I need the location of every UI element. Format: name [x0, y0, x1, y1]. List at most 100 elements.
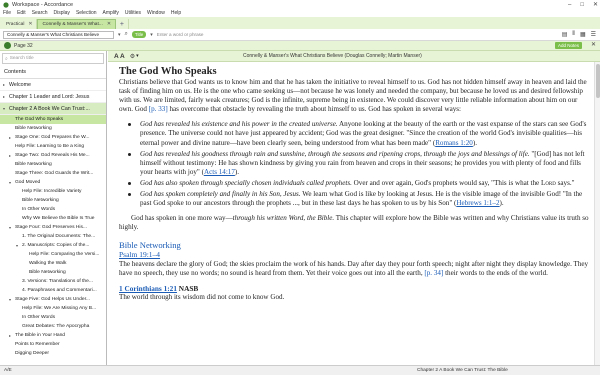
title-bar: Workspace - Accordance – □ ✕: [0, 0, 600, 9]
toc-label: Help File: Learning to Be a King: [15, 144, 85, 149]
toc-subitem[interactable]: Help File: Comparing the Versi...: [0, 250, 106, 259]
toc-label: 1. The Original Documents: The...: [22, 234, 96, 239]
version-label: NASB: [176, 283, 199, 293]
emphasis: through his written Word, the Bible.: [232, 214, 335, 223]
search-input[interactable]: Enter a word or phrase: [157, 31, 297, 39]
search-icon: ⌕: [5, 56, 8, 62]
toc-subitem[interactable]: Bible Networking: [0, 196, 106, 205]
chevron-down-icon[interactable]: ▾: [136, 53, 139, 59]
list-item: God has spoken completely and finally in…: [128, 190, 589, 208]
add-notes-button[interactable]: Add Notes: [554, 42, 582, 49]
scripture-link[interactable]: 1 Corinthians 1:21: [119, 284, 177, 293]
toc-subitem[interactable]: Help File: Learning to Be a King: [0, 142, 106, 151]
toc-subitem[interactable]: ▾ Stage Four: God Preserves His...: [0, 223, 106, 232]
text: God has spoken in one more way—: [131, 214, 233, 223]
toc-subitem[interactable]: Help File: Incredible Variety: [0, 187, 106, 196]
menu-utilities[interactable]: Utilities: [125, 10, 141, 16]
tab-practical[interactable]: Practical ✕: [2, 19, 38, 29]
scrollbar-thumb[interactable]: [596, 64, 600, 98]
toc-label: In Other Words: [22, 207, 56, 212]
toc-subitem[interactable]: 3. Versions: Translations of the...: [0, 277, 106, 286]
menu-edit[interactable]: Edit: [17, 10, 26, 16]
toc-subitem[interactable]: Great Debates: The Apocrypha: [0, 322, 106, 331]
scrollbar[interactable]: [594, 62, 600, 365]
scripture-link[interactable]: Psalm 19:1–4: [119, 250, 589, 259]
toc-subitem[interactable]: ▸ The Bible in Your Hand: [0, 331, 106, 340]
chevron-down-icon[interactable]: ▾: [118, 32, 121, 38]
minimize-button[interactable]: –: [568, 2, 571, 8]
toc-subitem[interactable]: ▾ 2. Manuscripts: Copies of the...: [0, 241, 106, 250]
close-pane-icon[interactable]: ✕: [591, 41, 596, 48]
new-tab-button[interactable]: +: [116, 19, 129, 29]
toc-subitem[interactable]: Help File: We Are Missing Any B...: [0, 304, 106, 313]
resource-selector[interactable]: Connelly & Manser's What Christians Beli…: [3, 30, 114, 39]
gear-icon[interactable]: ⚙: [130, 53, 135, 60]
menu-window[interactable]: Window: [147, 10, 165, 16]
toc-subitem[interactable]: ▸ Stage One: God Prepares the W...: [0, 133, 106, 142]
search-icon[interactable]: ⌕: [125, 31, 128, 38]
parallel-icon[interactable]: ⫴: [572, 31, 575, 38]
window-title: Workspace - Accordance: [12, 1, 74, 8]
maximize-button[interactable]: □: [580, 2, 584, 8]
toc-item-selected[interactable]: ▾ Chapter 2 A Book We Can Trust:...: [0, 103, 106, 115]
emphasis: God has spoken completely and finally in…: [140, 190, 301, 199]
toc-subitem[interactable]: ▸ Stage Two: God Reveals His Me...: [0, 151, 106, 160]
toc-label: 3. Versions: Translations of the...: [22, 279, 93, 284]
search-type-button[interactable]: Title: [131, 31, 147, 38]
font-size-control[interactable]: A A: [114, 53, 125, 60]
reader-content: The God Who Speaks Christians believe th…: [119, 66, 589, 302]
toc-item[interactable]: ▸ Welcome: [0, 79, 106, 91]
close-tab-icon[interactable]: ✕: [107, 22, 111, 27]
toc-item[interactable]: ▸ Chapter 1 Leader and Lord: Jesus: [0, 91, 106, 103]
scripture-quote: The heavens declare the glory of God; th…: [119, 260, 589, 278]
menu-amplify[interactable]: Amplify: [103, 10, 119, 16]
menu-search[interactable]: Search: [32, 10, 48, 16]
menu-display[interactable]: Display: [54, 10, 70, 16]
list-item: God has revealed his existence and his p…: [128, 120, 589, 147]
toc-subitem[interactable]: In Other Words: [0, 205, 106, 214]
toc-label: Why We Believe the Bible Is True: [22, 216, 95, 221]
close-tab-icon[interactable]: ✕: [28, 22, 32, 27]
scripture-link[interactable]: Hebrews 1:1–2: [456, 199, 499, 207]
library-icon[interactable]: ▤: [562, 31, 568, 38]
page-link[interactable]: [p. 34]: [424, 269, 443, 277]
toc-subitem[interactable]: Why We Believe the Bible Is True: [0, 214, 106, 223]
page-link[interactable]: [p. 33]: [149, 105, 168, 113]
tab-connelly[interactable]: Connelly & Manser's What... ✕: [37, 19, 116, 29]
scripture-link[interactable]: Acts 14:17: [204, 168, 235, 176]
menu-selection[interactable]: Selection: [76, 10, 97, 16]
toc-subitem[interactable]: The God Who Speaks: [0, 115, 106, 124]
toc-subitem[interactable]: Stage Three: God Guards the Writ...: [0, 169, 106, 178]
toc-label: Stage Four: God Preserves His...: [15, 225, 88, 230]
status-left[interactable]: A/E: [4, 368, 12, 373]
toc-subitem[interactable]: Bible Networking: [0, 124, 106, 133]
toc-label: Chapter 2 A Book We Can Trust:...: [9, 105, 90, 112]
scripture-link[interactable]: Romans 1:20: [435, 139, 473, 147]
toc-label: Bible Networking: [22, 198, 59, 203]
menu-file[interactable]: File: [3, 10, 11, 16]
menu-icon[interactable]: ☰: [591, 31, 596, 38]
pane-sync-icon[interactable]: [4, 42, 11, 49]
close-button[interactable]: ✕: [593, 1, 598, 8]
reader-pane: A A ⚙ ▾ Connelly & Manser's What Christi…: [108, 51, 600, 365]
toc-subitems: The God Who Speaks Bible Networking ▸ Stage…: [0, 115, 106, 358]
plus-icon: +: [119, 20, 124, 28]
toc-label: The God Who Speaks: [15, 117, 64, 122]
toc-subitem[interactable]: 4. Paraphrases and Commentari...: [0, 286, 106, 295]
chevron-down-icon[interactable]: ▾: [150, 32, 153, 38]
toc-subitem[interactable]: ▾ Stage Five: God Helps Us Under...: [0, 295, 106, 304]
toc-subitem[interactable]: ▾ God Moved: [0, 178, 106, 187]
toc-subitem[interactable]: Bible Networking: [0, 268, 106, 277]
menu-help[interactable]: Help: [171, 10, 181, 16]
toc-subitem[interactable]: Digging Deeper: [0, 349, 106, 358]
book-title: Connelly & Manser's What Christians Beli…: [243, 53, 422, 59]
toc-subitem[interactable]: 1. The Original Documents: The...: [0, 232, 106, 241]
text: Lord: [540, 178, 556, 187]
toc-subitem[interactable]: In Other Words: [0, 313, 106, 322]
sidebar-search-input[interactable]: ⌕ Search title: [2, 53, 104, 64]
toc-subitem[interactable]: Points to Remember: [0, 340, 106, 349]
layout-icon[interactable]: ▦: [580, 31, 586, 38]
toc-subitem[interactable]: Bible Networking: [0, 160, 106, 169]
resource-name: Connelly & Manser's What Christians Beli…: [7, 32, 100, 37]
toc-subitem[interactable]: Walking the Walk: [0, 259, 106, 268]
